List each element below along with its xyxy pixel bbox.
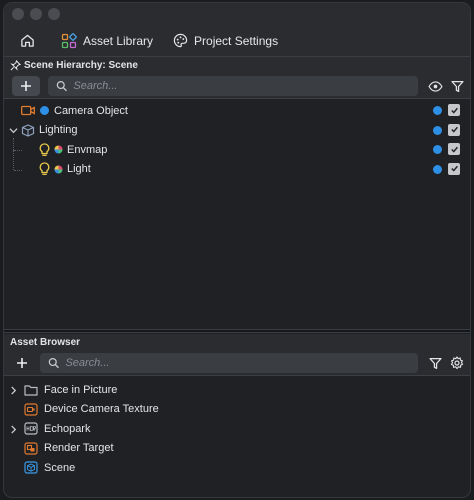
asset-tree: Face in Picture Device Camera Texture Ec… — [4, 380, 470, 478]
asset-settings-button[interactable] — [449, 355, 465, 371]
tree-item-camera-object[interactable]: Camera Object — [4, 101, 470, 121]
plus-icon — [21, 81, 31, 91]
tree-item-light[interactable]: Light — [4, 149, 470, 180]
enabled-checkbox[interactable] — [448, 162, 460, 175]
chevron-right-icon — [10, 385, 16, 395]
top-nav: Asset Library Project Settings — [4, 25, 470, 57]
check-icon — [450, 107, 458, 114]
asset-item-label: Face in Picture — [44, 383, 118, 396]
home-button[interactable] — [20, 29, 41, 53]
scene-filter-button[interactable] — [449, 78, 465, 94]
visibility-dot[interactable] — [433, 106, 442, 115]
zoom-window-button[interactable] — [48, 8, 60, 20]
asset-library-label: Asset Library — [83, 33, 154, 48]
app-window: Asset Library Project Settings Scene Hie… — [3, 2, 471, 498]
expand-toggle[interactable] — [8, 126, 18, 136]
add-object-button[interactable] — [12, 76, 40, 96]
asset-browser-header: Asset Browser — [4, 334, 470, 350]
chevron-right-icon — [10, 424, 16, 434]
asset-item-label: Render Target — [44, 442, 114, 455]
asset-browser-title: Asset Browser — [10, 336, 81, 348]
home-icon — [21, 34, 34, 47]
tree-guide-line — [14, 169, 22, 171]
filter-icon — [450, 80, 464, 92]
tree-item-label: Light — [67, 163, 91, 176]
enabled-checkbox[interactable] — [448, 104, 460, 116]
visibility-toggle-button[interactable] — [427, 78, 443, 94]
tree-item-lighting[interactable]: Lighting — [4, 121, 470, 141]
asset-library-icon — [61, 32, 77, 48]
minimize-window-button[interactable] — [30, 8, 42, 20]
bulb-icon — [39, 143, 50, 156]
gear-icon — [450, 356, 464, 370]
asset-browser-toolbar — [4, 350, 470, 376]
check-icon — [450, 146, 458, 153]
filter-icon — [428, 357, 442, 369]
tree-item-envmap[interactable]: Envmap — [4, 138, 470, 160]
tree-item-label: Camera Object — [54, 104, 128, 117]
asset-item-face-in-picture[interactable]: Face in Picture — [4, 380, 470, 400]
search-icon — [56, 81, 67, 92]
scene-search-input[interactable] — [73, 80, 418, 92]
plus-icon — [17, 358, 27, 368]
asset-item-label: Echopark — [44, 422, 91, 435]
asset-item-label: Device Camera Texture — [44, 403, 159, 416]
visibility-dot[interactable] — [433, 145, 442, 154]
asset-search-input[interactable] — [65, 357, 418, 369]
asset-search-box[interactable] — [40, 353, 418, 373]
chevron-down-icon — [8, 128, 18, 134]
asset-item-render-target[interactable]: Render Target — [4, 439, 470, 459]
scene-hierarchy-toolbar — [4, 73, 470, 99]
camera-icon — [21, 106, 35, 116]
visibility-dot[interactable] — [433, 164, 442, 174]
pin-icon — [10, 59, 21, 71]
enabled-checkbox[interactable] — [448, 123, 460, 136]
tree-item-label: Envmap — [67, 143, 108, 156]
tree-guide-line — [14, 150, 22, 151]
asset-item-scene[interactable]: Scene — [4, 458, 470, 478]
bulb-icon — [39, 162, 50, 176]
camera-texture-icon — [24, 403, 38, 416]
render-target-icon — [24, 442, 38, 455]
close-window-button[interactable] — [12, 8, 24, 20]
project-settings-button[interactable]: Project Settings — [173, 29, 278, 53]
asset-item-device-camera-texture[interactable]: Device Camera Texture — [4, 400, 470, 420]
panel-splitter[interactable] — [4, 329, 470, 333]
env-light-icon — [54, 145, 63, 154]
expand-toggle[interactable] — [8, 424, 18, 434]
visibility-dot[interactable] — [433, 125, 442, 135]
asset-library-button[interactable]: Asset Library — [61, 29, 153, 53]
tree-item-label: Lighting — [39, 124, 78, 137]
expand-toggle[interactable] — [8, 385, 18, 395]
palette-icon — [173, 33, 188, 48]
asset-filter-button[interactable] — [427, 355, 443, 371]
eye-icon — [427, 80, 443, 92]
scene-hierarchy-title: Scene Hierarchy: Scene — [24, 59, 138, 71]
hdr-icon — [24, 422, 38, 435]
project-settings-label: Project Settings — [194, 33, 279, 48]
check-icon — [450, 165, 458, 172]
active-indicator — [40, 106, 49, 116]
check-icon — [450, 126, 458, 133]
asset-item-echopark[interactable]: Echopark — [4, 419, 470, 439]
title-bar — [4, 3, 470, 25]
enabled-checkbox[interactable] — [448, 143, 460, 155]
lighting-group-icon — [21, 124, 35, 137]
add-asset-button[interactable] — [8, 353, 36, 373]
tree-guide-line — [13, 149, 14, 170]
folder-icon — [24, 385, 38, 396]
env-light-icon — [54, 165, 63, 174]
asset-item-label: Scene — [44, 461, 76, 474]
scene-search-box[interactable] — [48, 76, 418, 96]
search-icon — [48, 357, 59, 369]
scene-icon — [24, 461, 38, 474]
scene-tree: Camera Object Lighting Envmap Light — [4, 101, 470, 179]
tree-guide-line — [13, 138, 14, 150]
scene-hierarchy-header: Scene Hierarchy: Scene — [4, 57, 470, 73]
